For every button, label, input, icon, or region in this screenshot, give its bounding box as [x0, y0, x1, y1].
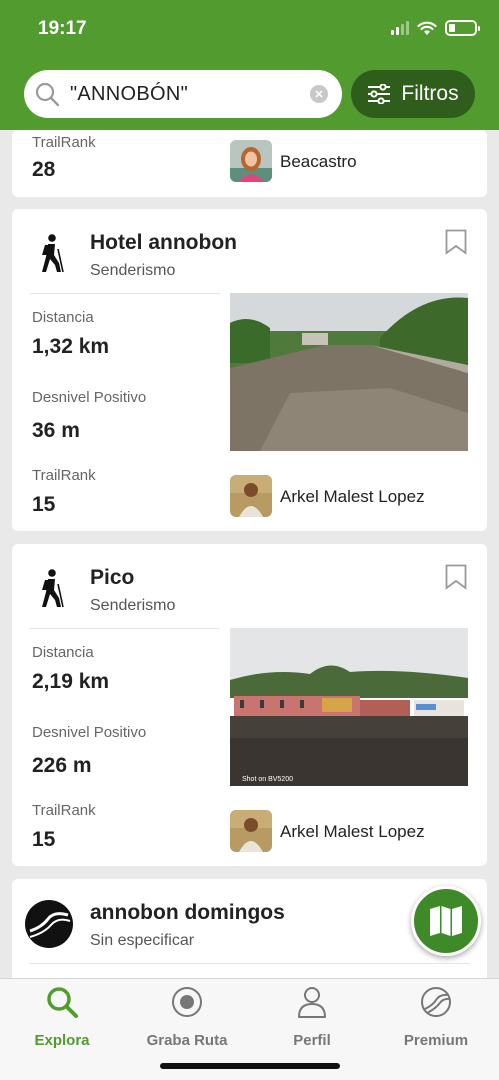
status-time: 19:17 [38, 18, 87, 39]
status-bar: 19:17 [0, 0, 499, 60]
trail-activity: Senderismo [90, 597, 176, 614]
unspecified-activity-icon [25, 900, 73, 948]
search-icon [47, 987, 78, 1018]
filters-button[interactable]: Filtros [351, 70, 475, 118]
map-icon [430, 906, 462, 936]
elevation-label: Desnivel Positivo [32, 389, 147, 406]
trail-title[interactable]: annobon domingos [90, 901, 285, 925]
map-button[interactable] [411, 886, 481, 956]
tab-premium[interactable]: Premium [381, 985, 491, 1049]
search-query[interactable]: "ANNOBÓN" [70, 83, 310, 106]
trail-card[interactable]: Pico Senderismo Distancia 2,19 km Desniv… [12, 544, 487, 866]
tab-label: Premium [403, 1032, 469, 1049]
tab-explora[interactable]: Explora [7, 985, 117, 1049]
author-name[interactable]: Beacastro [280, 152, 357, 172]
author-name[interactable]: Arkel Malest Lopez [280, 487, 425, 507]
elevation-value: 36 m [32, 419, 80, 442]
trailrank-value: 15 [32, 493, 56, 516]
trail-photo[interactable]: Shot on BV5200 [230, 628, 468, 786]
tab-perfil[interactable]: Perfil [257, 985, 367, 1049]
trail-photo[interactable] [230, 293, 468, 451]
status-icons [391, 20, 480, 36]
trailrank-label: TrailRank [32, 467, 96, 484]
sliders-icon [368, 84, 391, 104]
bookmark-icon[interactable] [445, 564, 467, 590]
divider [30, 293, 220, 294]
divider [30, 628, 220, 629]
tab-label: Perfil [293, 1032, 331, 1049]
distance-label: Distancia [32, 644, 94, 661]
trail-title[interactable]: Hotel annobon [90, 231, 237, 255]
battery-icon [445, 20, 480, 36]
distance-label: Distancia [32, 309, 94, 326]
search-input[interactable]: "ANNOBÓN" ✕ [24, 70, 342, 118]
wifi-icon [417, 21, 437, 35]
signal-icon [391, 21, 409, 35]
divider [30, 963, 470, 964]
search-icon [35, 82, 60, 107]
trailrank-label: TrailRank [32, 802, 96, 819]
avatar[interactable] [230, 140, 272, 182]
elevation-label: Desnivel Positivo [32, 724, 147, 741]
hiker-icon [42, 234, 64, 273]
distance-value: 2,19 km [32, 670, 110, 693]
trail-activity: Sin especificar [90, 932, 195, 949]
profile-icon [298, 987, 326, 1018]
trailrank-label: TrailRank [32, 134, 96, 151]
tab-label: Explora [34, 1032, 90, 1049]
bookmark-icon[interactable] [445, 229, 467, 255]
trail-card[interactable]: Hotel annobon Senderismo Distancia 1,32 … [12, 209, 487, 531]
tab-label: Graba Ruta [146, 1032, 228, 1049]
trailrank-value: 15 [32, 828, 56, 851]
clear-search-icon[interactable]: ✕ [310, 85, 328, 103]
filters-label: Filtros [401, 82, 459, 105]
app-header: 19:17 "ANNOBÓN" ✕ Filtros [0, 0, 499, 130]
trail-card-partial[interactable]: TrailRank 28 Beacastro [12, 130, 487, 197]
trail-activity: Senderismo [90, 262, 176, 279]
avatar[interactable] [230, 810, 272, 852]
elevation-value: 226 m [32, 754, 92, 777]
premium-icon [421, 987, 451, 1017]
avatar[interactable] [230, 475, 272, 517]
distance-value: 1,32 km [32, 335, 110, 358]
trailrank-value: 28 [32, 158, 56, 181]
record-icon [172, 987, 202, 1017]
tab-graba-ruta[interactable]: Graba Ruta [132, 985, 242, 1049]
home-indicator [160, 1063, 340, 1069]
photo-caption: Shot on BV5200 [242, 776, 293, 783]
trail-title[interactable]: Pico [90, 566, 134, 590]
hiker-icon [42, 569, 64, 608]
author-name[interactable]: Arkel Malest Lopez [280, 822, 425, 842]
